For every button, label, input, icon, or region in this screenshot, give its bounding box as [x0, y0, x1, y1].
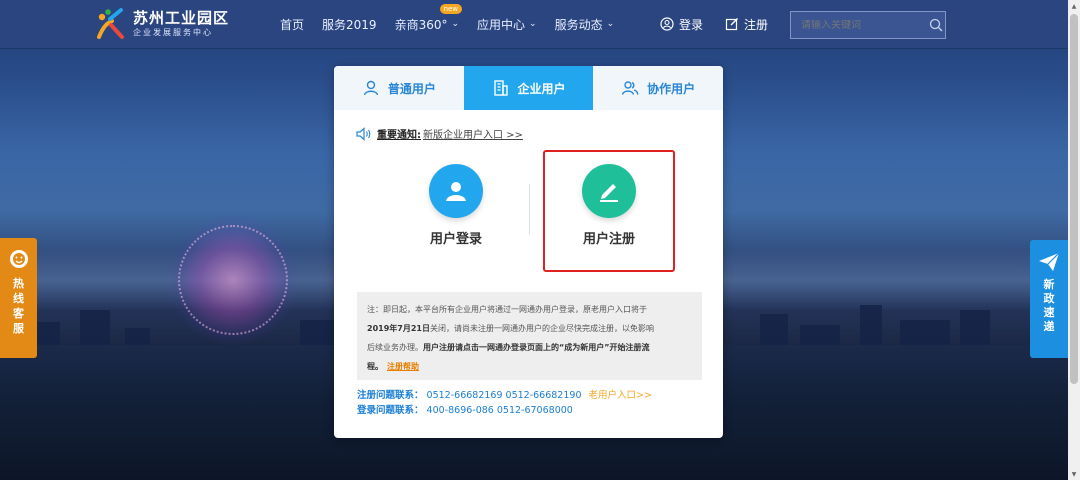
hotline-char: 热	[13, 277, 24, 290]
login-contact-row: 登录问题联系： 400-8696-086 0512-67068000	[357, 403, 652, 418]
register-contact-label: 注册问题联系：	[357, 390, 424, 401]
nav-qinshang-360[interactable]: new 亲商360° ⌄	[394, 3, 463, 33]
login-link[interactable]: 登录	[660, 16, 703, 33]
chevron-down-icon: ⌄	[451, 19, 460, 29]
user-icon	[363, 80, 379, 96]
login-panel: 普通用户 企业用户 协作用户 重要通知: 新版企业用户入口 >> 用户登录 用户…	[334, 66, 723, 438]
search-button[interactable]	[926, 12, 945, 38]
scroll-up-arrow-icon[interactable]: ▲	[1068, 0, 1080, 12]
contact-info: 注册问题联系： 0512-66682169 0512-66682190 老用户入…	[357, 388, 652, 418]
express-char: 递	[1043, 320, 1055, 333]
nav-service-2019[interactable]: 服务2019	[322, 16, 377, 33]
register-contact-numbers: 0512-66682169 0512-66682190	[426, 390, 582, 401]
express-char: 速	[1043, 306, 1055, 319]
action-divider	[529, 184, 530, 234]
note-line-2: 关闭，请尚未注册一网通办用户的企业尽快完成注册，以免影响	[429, 324, 654, 333]
nav-service-news[interactable]: 服务动态 ⌄	[555, 16, 615, 33]
site-logo[interactable]: 苏州工业园区 企业发展服务中心	[95, 6, 229, 42]
express-char: 新	[1043, 278, 1055, 291]
search-box	[790, 11, 946, 39]
login-contact-numbers: 400-8696-086 0512-67068000	[426, 405, 573, 416]
scroll-down-arrow-icon[interactable]: ▼	[1068, 468, 1080, 480]
note-date: 2019年7月21日	[367, 324, 430, 333]
register-highlight-box	[543, 150, 675, 272]
nav-app-center[interactable]: 应用中心 ⌄	[477, 16, 537, 33]
hotline-service-widget[interactable]: 热 线 客 服	[0, 238, 37, 358]
new-badge: new	[439, 3, 463, 14]
user-login-label: 用户登录	[429, 232, 482, 247]
tab-personal-user-label: 普通用户	[387, 81, 436, 96]
hotline-label: 热 线 客 服	[13, 276, 25, 336]
edit-icon	[725, 18, 739, 31]
user-circle-icon	[660, 17, 674, 31]
register-link[interactable]: 注册	[725, 16, 768, 33]
building-icon	[493, 80, 508, 96]
nav-qinshang-360-label: 亲商360°	[394, 17, 448, 32]
notice-title: 重要通知:	[377, 130, 421, 141]
logo-subtitle: 企业发展服务中心	[133, 28, 213, 37]
speaker-icon	[356, 126, 371, 141]
note-line-3b: 用户注册请点击一网通办登录页面上的“成为新用户”开始注册流	[423, 343, 650, 352]
login-circle	[429, 164, 483, 218]
nav-service-news-label: 服务动态	[554, 17, 603, 32]
chevron-down-icon: ⌄	[606, 19, 615, 29]
users-icon	[621, 81, 639, 95]
note-line-4: 程。	[367, 362, 383, 371]
policy-express-widget[interactable]: 新 政 速 递	[1030, 240, 1068, 358]
login-label: 登录	[679, 17, 704, 32]
ferris-wheel-ring	[178, 225, 288, 335]
chevron-down-icon: ⌄	[529, 19, 537, 29]
old-user-entry-link[interactable]: 老用户入口>>	[589, 390, 652, 401]
search-input[interactable]	[791, 19, 926, 31]
register-help-link[interactable]: 注册帮助	[387, 362, 419, 371]
nav-app-center-label: 应用中心	[477, 17, 526, 32]
hotline-char: 客	[13, 307, 24, 320]
scroll-thumb[interactable]	[1070, 14, 1078, 384]
express-char: 政	[1043, 292, 1055, 305]
user-login-action[interactable]: 用户登录	[392, 164, 520, 247]
nav-home-label: 首页	[280, 17, 305, 32]
vertical-scrollbar[interactable]: ▲ ▼	[1068, 0, 1080, 480]
headset-icon	[9, 250, 28, 268]
important-notice: 重要通知: 新版企业用户入口 >>	[356, 126, 523, 141]
tab-collaborator-user[interactable]: 协作用户	[593, 66, 723, 110]
note-line-1: 注：即日起，本平台所有企业用户将通过一网通办用户登录，原老用户入口将于	[367, 305, 647, 314]
nav-service-2019-label: 服务2019	[322, 17, 377, 32]
register-contact-row: 注册问题联系： 0512-66682169 0512-66682190 老用户入…	[357, 388, 652, 403]
new-enterprise-entry-link[interactable]: 新版企业用户入口 >>	[423, 126, 523, 141]
hotline-char: 服	[13, 322, 24, 335]
notice-note: 注：即日起，本平台所有企业用户将通过一网通办用户登录，原老用户入口将于 2019…	[357, 292, 702, 380]
user-avatar-icon	[446, 182, 466, 201]
tab-personal-user[interactable]: 普通用户	[334, 66, 464, 110]
login-contact-label: 登录问题联系：	[357, 405, 424, 416]
logo-title: 苏州工业园区	[133, 9, 230, 27]
auth-links: 登录 注册	[660, 0, 790, 48]
register-label: 注册	[744, 17, 769, 32]
tab-collaborator-user-label: 协作用户	[647, 81, 696, 96]
top-navigation-bar: 苏州工业园区 企业发展服务中心 首页 服务2019 new 亲商360° ⌄ 应…	[0, 0, 1068, 48]
tab-enterprise-user-label: 企业用户	[517, 81, 566, 96]
main-nav: 首页 服务2019 new 亲商360° ⌄ 应用中心 ⌄ 服务动态 ⌄	[280, 0, 632, 48]
tab-enterprise-user[interactable]: 企业用户	[463, 66, 594, 110]
policy-express-label: 新 政 速 递	[1043, 278, 1055, 334]
paper-plane-icon	[1039, 252, 1060, 271]
search-icon	[929, 18, 942, 32]
note-line-3a: 后续业务办理。	[367, 343, 423, 352]
logo-mark-icon	[95, 7, 129, 41]
user-type-tabs: 普通用户 企业用户 协作用户	[334, 66, 723, 110]
nav-home[interactable]: 首页	[280, 16, 304, 33]
hotline-char: 线	[13, 292, 24, 305]
